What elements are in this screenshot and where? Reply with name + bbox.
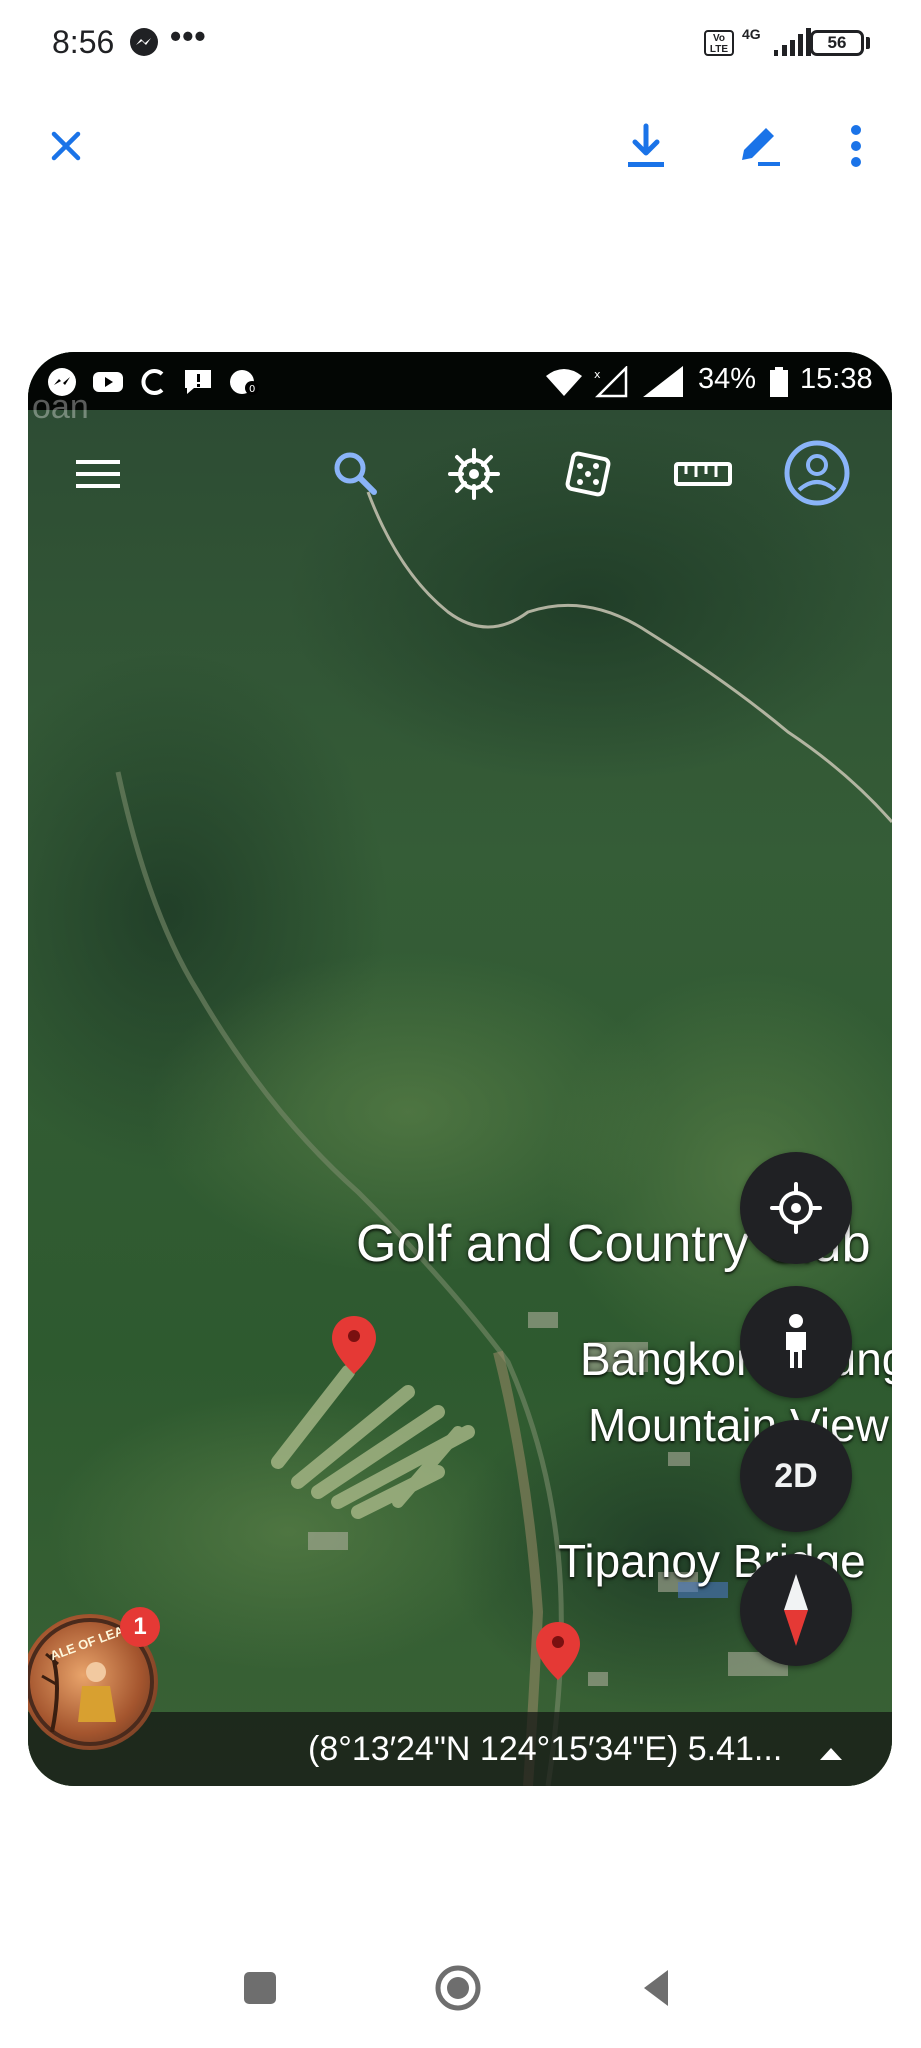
account-icon[interactable]	[782, 438, 852, 508]
my-location-icon	[770, 1182, 822, 1234]
close-icon[interactable]	[38, 118, 94, 174]
notification-badge: 1	[120, 1607, 160, 1647]
inner-battery-percent: 34%	[698, 363, 757, 395]
volte-icon: Vo LTE	[704, 30, 734, 56]
map-label-faded: oan	[32, 388, 89, 426]
home-nav-icon[interactable]	[430, 1960, 486, 2016]
my-location-button[interactable]	[740, 1152, 852, 1264]
inner-status-time: 15:38	[800, 363, 873, 395]
edit-icon[interactable]	[730, 118, 786, 174]
messenger-icon	[130, 28, 158, 56]
menu-icon[interactable]	[68, 444, 128, 504]
back-nav-icon[interactable]	[630, 1960, 686, 2016]
download-icon[interactable]	[618, 118, 674, 174]
svg-text:x: x	[594, 368, 601, 381]
compass-button[interactable]	[740, 1554, 852, 1666]
data-saver-icon: 0	[230, 370, 259, 395]
dice-icon[interactable]	[558, 444, 618, 504]
battery-icon: 56	[810, 30, 864, 56]
svg-text:0: 0	[249, 384, 255, 395]
street-view-button[interactable]	[740, 1286, 852, 1398]
map-pin-icon[interactable]	[534, 1620, 582, 1682]
inner-status-bar: 0 x 34% 15:38	[28, 352, 892, 410]
shared-screenshot: 0 x 34% 15:38 oan Golf and Country Club …	[28, 352, 892, 1786]
voyager-icon[interactable]	[444, 444, 504, 504]
battery-tip	[866, 37, 870, 49]
ruler-icon[interactable]	[670, 444, 736, 504]
map-pin-icon[interactable]	[330, 1314, 378, 1376]
compass-icon	[784, 1574, 808, 1646]
youtube-icon	[93, 372, 123, 392]
alert-message-icon	[185, 370, 211, 394]
status-bar: 8:56 ••• Vo LTE 4G 56	[0, 0, 921, 86]
pegman-icon	[786, 1314, 806, 1368]
sync-icon	[141, 369, 164, 395]
signal-icon	[643, 366, 683, 397]
battery-icon	[770, 367, 788, 397]
map-label-mountain-view[interactable]: Mountain View	[588, 1398, 889, 1452]
view-2d-toggle[interactable]: 2D	[740, 1420, 852, 1532]
wifi-icon	[546, 369, 582, 396]
search-icon[interactable]	[326, 444, 386, 504]
square-nav-icon[interactable]	[232, 1960, 288, 2016]
coordinates-readout: (8°13′24"N 124°15′34"E) 5.41...	[308, 1730, 783, 1768]
more-icon[interactable]	[828, 118, 884, 174]
no-signal-icon: x	[594, 366, 628, 398]
status-time: 8:56	[52, 24, 115, 60]
network-type-label: 4G	[742, 26, 761, 42]
expand-up-icon[interactable]	[814, 1736, 848, 1770]
more-notifications-icon: •••	[170, 18, 207, 54]
